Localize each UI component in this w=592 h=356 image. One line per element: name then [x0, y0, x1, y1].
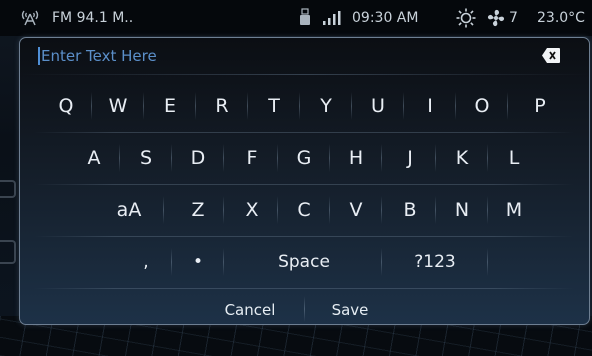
key-e[interactable]: E — [144, 86, 196, 126]
cancel-button[interactable]: Cancel — [210, 296, 290, 324]
radio-station-label[interactable]: FM 94.1 M.. — [52, 10, 133, 26]
key-d[interactable]: D — [172, 138, 224, 178]
clock: 09:30 AM — [352, 10, 419, 26]
keyboard-panel: Q W E R T Y U I O P A S D F G H J K L aA… — [19, 37, 590, 325]
key-h[interactable]: H — [330, 138, 382, 178]
key-shift[interactable]: aA — [94, 190, 164, 230]
key-n[interactable]: N — [436, 190, 488, 230]
key-symbols[interactable]: ?123 — [382, 242, 488, 282]
key-f[interactable]: F — [226, 138, 278, 178]
screen: FM 94.1 M.. 09:30 AM 7 23.0°C Enter Text… — [0, 0, 592, 356]
text-field — [20, 38, 589, 74]
key-p[interactable]: P — [514, 86, 566, 126]
row-divider — [34, 288, 574, 289]
key-t[interactable]: T — [248, 86, 300, 126]
key-m[interactable]: M — [488, 190, 540, 230]
key-b[interactable]: B — [384, 190, 436, 230]
text-input[interactable] — [38, 42, 521, 70]
key-u[interactable]: U — [352, 86, 404, 126]
key-g[interactable]: G — [278, 138, 330, 178]
key-space[interactable]: Space — [226, 242, 382, 282]
backspace-icon[interactable] — [542, 48, 560, 63]
key-r[interactable]: R — [196, 86, 248, 126]
action-divider — [304, 296, 305, 322]
row-divider — [34, 132, 574, 133]
key-z[interactable]: Z — [172, 190, 224, 230]
key-w[interactable]: W — [92, 86, 144, 126]
signal-bars-icon — [322, 10, 344, 26]
status-bar: FM 94.1 M.. 09:30 AM 7 23.0°C — [0, 0, 592, 36]
key-a[interactable]: A — [68, 138, 120, 178]
key-s[interactable]: S — [120, 138, 172, 178]
row-divider — [34, 236, 574, 237]
temperature-readout[interactable]: 23.0°C — [537, 10, 585, 26]
usb-icon — [298, 8, 312, 28]
key-comma[interactable]: , — [120, 242, 172, 282]
key-i[interactable]: I — [404, 86, 456, 126]
sun-icon[interactable] — [456, 8, 476, 28]
text-field-divider — [20, 74, 589, 75]
key-j[interactable]: J — [384, 138, 436, 178]
radio-antenna-icon — [20, 8, 40, 26]
fan-icon[interactable] — [486, 8, 506, 28]
key-k[interactable]: K — [436, 138, 488, 178]
row-divider — [34, 184, 574, 185]
fan-level: 7 — [509, 10, 518, 26]
background-edge-icons — [0, 170, 20, 310]
key-q[interactable]: Q — [40, 86, 92, 126]
key-x[interactable]: X — [226, 190, 278, 230]
key-v[interactable]: V — [330, 190, 382, 230]
key-o[interactable]: O — [456, 86, 508, 126]
key-l[interactable]: L — [488, 138, 540, 178]
key-period[interactable]: • — [172, 242, 224, 282]
save-button[interactable]: Save — [318, 296, 382, 324]
key-y[interactable]: Y — [300, 86, 352, 126]
key-c[interactable]: C — [278, 190, 330, 230]
